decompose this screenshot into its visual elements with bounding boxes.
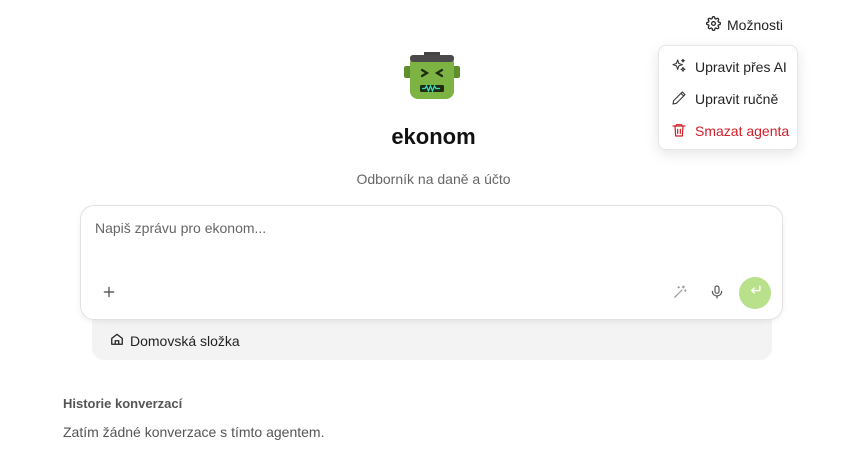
menu-item-edit-manual[interactable]: Upravit ručně (659, 85, 797, 113)
history-title: Historie konverzací (63, 396, 183, 411)
agent-avatar (403, 52, 461, 100)
home-folder-label: Domovská složka (130, 332, 240, 349)
history-empty-text: Zatím žádné konverzace s tímto agentem. (63, 424, 325, 440)
microphone-button[interactable] (705, 282, 729, 306)
magic-wand-button[interactable] (668, 282, 692, 306)
agent-name: ekonom (391, 124, 476, 149)
pencil-icon (671, 90, 687, 109)
home-folder-button[interactable]: Domovská složka (110, 332, 240, 349)
menu-item-edit-ai[interactable]: Upravit přes AI (659, 53, 797, 81)
agent-description: Odborník na daně a účto (356, 171, 511, 187)
magic-wand-icon (672, 284, 688, 305)
attach-button[interactable] (97, 282, 121, 306)
message-input[interactable] (93, 218, 767, 266)
message-composer (80, 205, 783, 320)
sparkles-icon (671, 58, 687, 77)
options-label: Možnosti (727, 17, 784, 33)
home-icon (110, 332, 124, 349)
options-button[interactable]: Možnosti (706, 14, 783, 36)
send-button[interactable] (739, 277, 771, 309)
menu-item-label: Upravit přes AI (695, 59, 787, 75)
microphone-icon (709, 284, 725, 305)
enter-arrow-icon (748, 283, 763, 303)
gear-icon (706, 16, 721, 34)
plus-icon (101, 284, 117, 305)
menu-item-label: Upravit ručně (695, 91, 779, 107)
